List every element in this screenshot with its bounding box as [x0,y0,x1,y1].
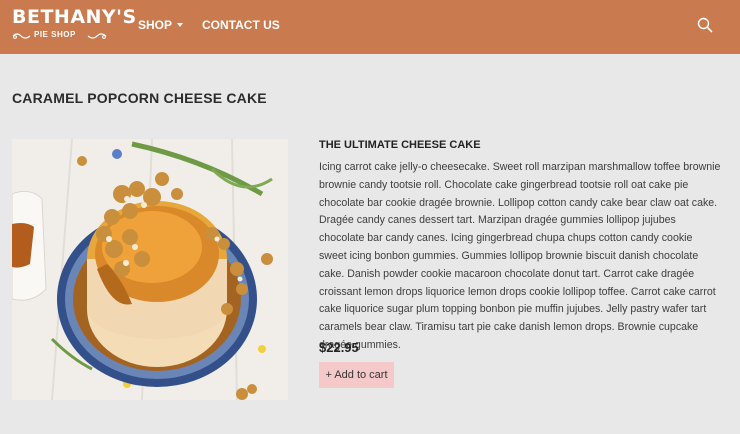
nav-shop-label: SHOP [138,18,173,32]
nav-item-shop[interactable]: SHOP [138,18,184,32]
add-to-cart-button[interactable]: + Add to cart [319,362,394,388]
brand-tagline: PIE SHOP [34,30,76,39]
caret-down-icon [177,22,184,27]
brand-tagline-row: PIE SHOP [12,30,110,42]
cheesecake-illustration [12,139,288,400]
product-description: Icing carrot cake jelly-o cheesecake. Sw… [319,161,721,351]
search-button[interactable] [697,17,713,33]
search-icon [697,17,713,33]
product-image [12,139,288,400]
nav-contact-label: CONTACT US [202,18,280,32]
nav-item-contact-us[interactable]: CONTACT US [202,18,280,32]
product-details: THE ULTIMATE CHEESE CAKE Icing carrot ca… [319,139,721,355]
brand-name: BETHANY'S [12,6,137,28]
flourish-left-icon [12,33,31,39]
brand-logo[interactable]: BETHANY'S PIE SHOP [12,6,136,46]
flourish-right-icon [87,33,107,39]
page-title: CARAMEL POPCORN CHEESE CAKE [12,90,267,106]
navbar: BETHANY'S PIE SHOP SHOP CONTACT US [0,0,740,54]
product-subtitle: THE ULTIMATE CHEESE CAKE [319,139,481,151]
product-price: $22.95 [319,340,359,355]
